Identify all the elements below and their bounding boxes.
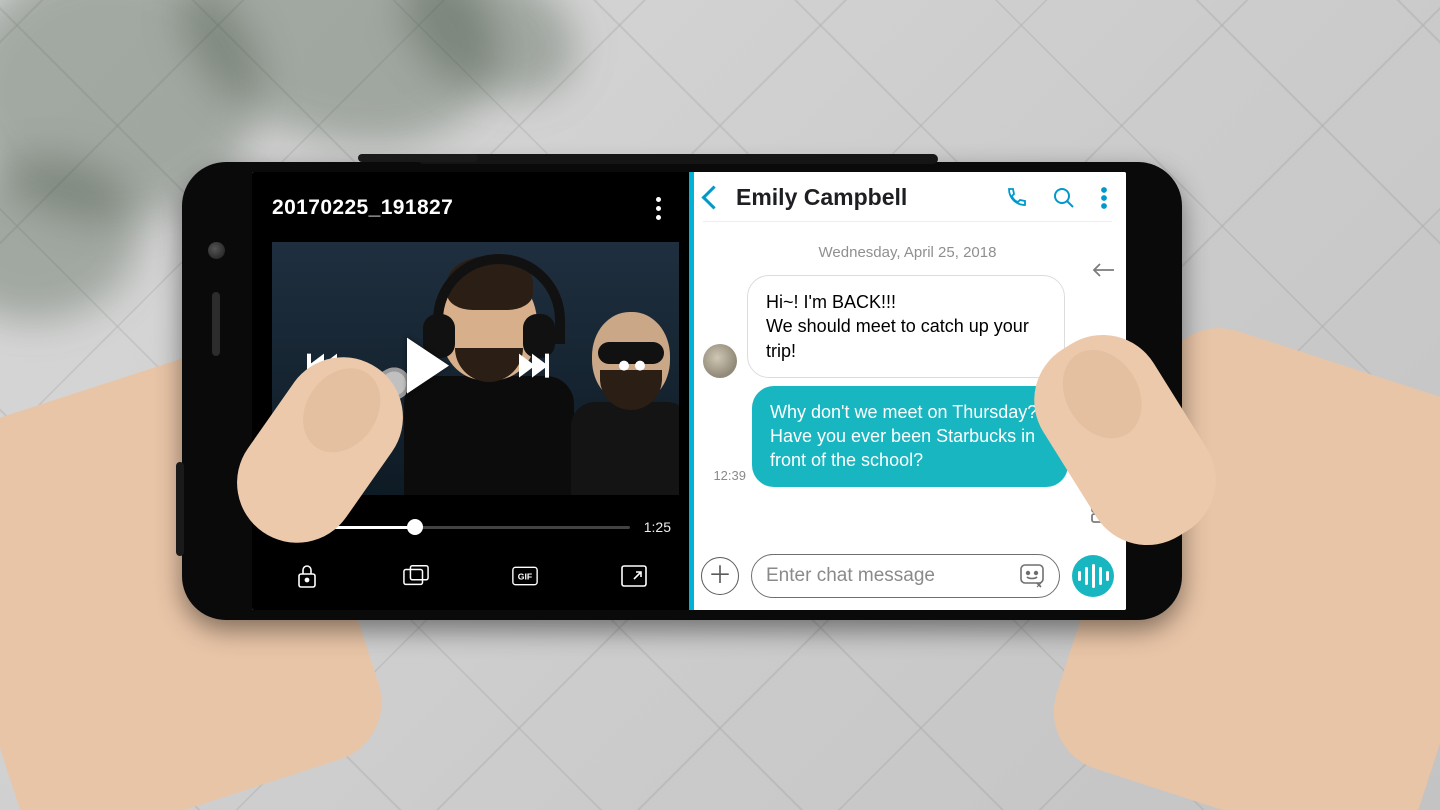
svg-text:GIF: GIF [518, 571, 532, 581]
gif-icon[interactable]: GIF [512, 563, 538, 589]
composer-bar: ＋ Enter chat message [701, 554, 1114, 598]
outgoing-bubble[interactable]: Why don't we meet on Thursday? Have you … [752, 386, 1068, 487]
pip-icon[interactable] [403, 563, 429, 589]
contact-name: Emily Campbell [736, 184, 990, 211]
forward-button[interactable] [519, 353, 549, 377]
popout-icon[interactable] [621, 563, 647, 589]
contact-avatar[interactable] [703, 344, 737, 378]
scrubber-thumb[interactable] [407, 519, 423, 535]
front-camera [208, 242, 225, 259]
collapse-arrow-icon[interactable] [1090, 260, 1116, 286]
voice-message-button[interactable] [1072, 555, 1114, 597]
volume-button [358, 154, 478, 162]
more-icon[interactable] [1100, 186, 1108, 210]
scrubber-track[interactable] [313, 526, 630, 529]
lock-icon[interactable] [294, 563, 320, 589]
power-button [176, 462, 184, 556]
play-button[interactable] [407, 337, 449, 393]
video-toolbar: GIF [252, 552, 689, 600]
messages-header: Emily Campbell [689, 172, 1126, 221]
earpiece [212, 292, 220, 356]
more-options-icon[interactable] [647, 197, 669, 220]
sticker-icon[interactable] [1019, 563, 1045, 589]
app-accent-stripe [689, 172, 694, 610]
video-header: 20170225_191827 [252, 172, 689, 230]
message-placeholder: Enter chat message [766, 565, 935, 587]
message-input[interactable]: Enter chat message [751, 554, 1060, 598]
speed-toggle-icon[interactable] [619, 360, 645, 370]
back-icon[interactable] [701, 185, 725, 209]
promo-scene: 20170225_191827 [0, 0, 1440, 810]
add-attachment-button[interactable]: ＋ [701, 557, 739, 595]
search-icon[interactable] [1052, 186, 1076, 210]
header-divider [703, 221, 1112, 222]
message-time: 12:39 [713, 468, 746, 483]
total-time: 1:25 [644, 519, 671, 535]
date-separator: Wednesday, April 25, 2018 [689, 244, 1126, 261]
phone-top-edge [418, 154, 938, 164]
video-title: 20170225_191827 [272, 196, 453, 220]
call-icon[interactable] [1004, 186, 1028, 210]
incoming-bubble[interactable]: Hi~! I'm BACK!!! We should meet to catch… [747, 275, 1065, 378]
